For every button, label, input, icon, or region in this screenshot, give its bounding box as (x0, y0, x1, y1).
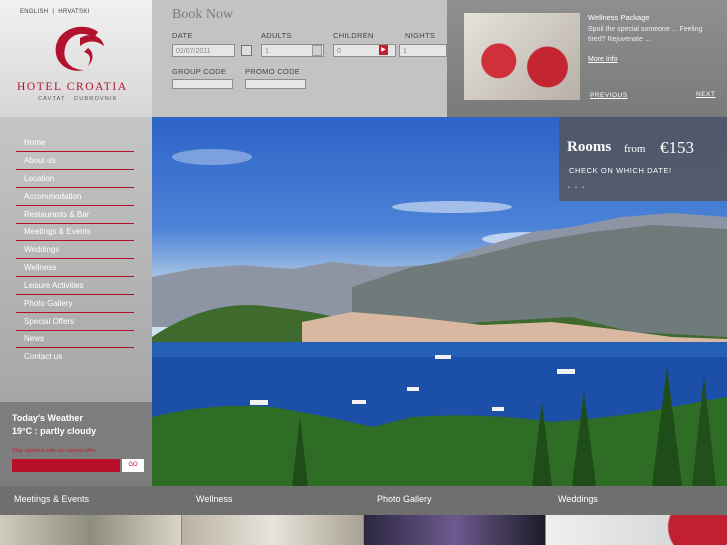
bottom-link-meetings[interactable]: Meetings & Events (14, 494, 89, 504)
slider-dots[interactable]: • • • (568, 185, 586, 191)
promo-image[interactable] (464, 13, 580, 100)
promo-title: Wellness Package (588, 13, 650, 22)
rooms-price: €153 (660, 138, 694, 157)
newsletter-label: Stay updated with our special offer (12, 448, 97, 454)
thumb-gallery[interactable] (364, 515, 545, 545)
language-switcher: ENGLISH | HRVATSKI (20, 9, 90, 15)
nav-item-wellness[interactable]: Wellness (16, 260, 134, 277)
nav-item-leisure[interactable]: Leisure Activities (16, 278, 134, 295)
chevron-down-icon[interactable] (312, 45, 322, 56)
date-input[interactable]: 02/07/2011 (172, 44, 235, 57)
bottom-link-wellness[interactable]: Wellness (196, 494, 232, 504)
lang-divider: | (50, 9, 57, 15)
check-date-link[interactable]: CHECK ON WHICH DATE! (569, 166, 672, 175)
nav-item-news[interactable]: News (16, 331, 134, 348)
adults-label: ADULTS (261, 31, 292, 40)
hotel-name: HOTEL CROATIA (17, 81, 128, 93)
nights-label: NIGHTS (405, 31, 436, 40)
bottom-link-gallery[interactable]: Photo Gallery (377, 494, 432, 504)
newsletter-go-button[interactable]: GO (122, 459, 144, 472)
more-info-link[interactable]: More Info (588, 56, 618, 63)
bottom-link-weddings[interactable]: Weddings (558, 494, 598, 504)
hotel-location: CAVTAT · DUBROVNIK (38, 96, 118, 102)
next-link[interactable]: NEXT (696, 91, 715, 98)
previous-link[interactable]: PREVIOUS (590, 92, 628, 99)
children-label: CHILDREN (333, 31, 374, 40)
nav-item-about[interactable]: About us (16, 153, 134, 170)
hero-image: Rooms from €153 CHECK ON WHICH DATE! • •… (152, 117, 727, 486)
rooms-offer-panel[interactable]: Rooms from €153 CHECK ON WHICH DATE! • •… (559, 117, 727, 201)
weather-title: Today's Weather (12, 413, 83, 423)
weather-box: Today's Weather 19°C : partly cloudy Sta… (0, 402, 152, 486)
calendar-icon[interactable] (241, 45, 252, 56)
lang-english[interactable]: ENGLISH (20, 9, 48, 15)
thumb-wellness[interactable] (182, 515, 363, 545)
nav-item-home[interactable]: Home (16, 135, 134, 152)
nav-item-location[interactable]: Location (16, 171, 134, 188)
newsletter-email-input[interactable] (12, 459, 120, 472)
nav-item-contact[interactable]: Contact us (16, 349, 134, 366)
play-arrow-icon[interactable]: ▶ (379, 45, 388, 55)
rooms-from-label: from (624, 143, 646, 155)
nav-item-offers[interactable]: Special Offers (16, 314, 134, 331)
nav-item-restaurants[interactable]: Restaurants & Bar (16, 207, 134, 224)
hotel-logo-icon[interactable] (50, 24, 106, 76)
booking-title: Book Now (172, 7, 234, 22)
thumb-weddings[interactable] (546, 515, 727, 545)
rooms-heading: Rooms (567, 139, 612, 155)
nav-item-weddings[interactable]: Weddings (16, 242, 134, 259)
lang-croatian[interactable]: HRVATSKI (58, 9, 89, 15)
nav-item-gallery[interactable]: Photo Gallery (16, 296, 134, 313)
bottom-links-bar: Meetings & Events Wellness Photo Gallery… (0, 486, 727, 515)
nav-item-meetings[interactable]: Meetings & Events (16, 224, 134, 241)
group-code-input[interactable] (172, 79, 233, 89)
thumb-meetings[interactable] (0, 515, 181, 545)
booking-panel: Book Now DATE 02/07/2011 ADULTS 1 CHILDR… (152, 0, 447, 117)
date-label: DATE (172, 31, 193, 40)
promo-code-input[interactable] (245, 79, 306, 89)
sidebar-nav: Home About us Location Accommodation Res… (0, 117, 152, 402)
weather-value: 19°C : partly cloudy (12, 426, 97, 436)
group-code-label: GROUP CODE (172, 67, 227, 76)
nav-item-accommodation[interactable]: Accommodation (16, 189, 134, 206)
logo-header: ENGLISH | HRVATSKI HOTEL CROATIA CAVTAT … (0, 0, 152, 117)
promo-panel: Wellness Package Spoil the special someo… (447, 0, 727, 117)
promo-code-label: PROMO CODE (245, 67, 301, 76)
nights-select[interactable]: 1 (399, 44, 447, 57)
promo-text: Spoil the special someone ... Feeling ti… (588, 26, 703, 43)
